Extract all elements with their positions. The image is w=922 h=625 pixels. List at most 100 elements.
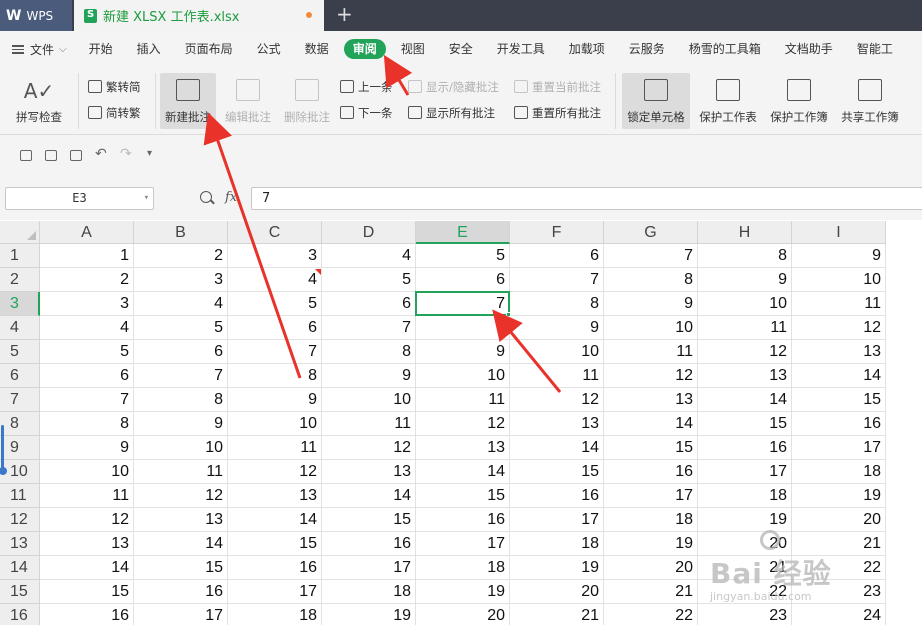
fx-label[interactable]: fx — [225, 190, 237, 205]
cell-h5[interactable]: 12 — [698, 340, 792, 364]
next-comment-button[interactable]: 下一条 — [340, 105, 393, 121]
protect-workbook-button[interactable]: 保护工作簿 — [767, 73, 831, 129]
unsaved-dot-icon[interactable] — [306, 12, 312, 18]
menu-item-smart[interactable]: 智能工 — [845, 39, 905, 59]
cell-h11[interactable]: 18 — [698, 484, 792, 508]
row-header-16[interactable]: 16 — [0, 604, 40, 625]
cell-b13[interactable]: 14 — [134, 532, 228, 556]
cell-b11[interactable]: 12 — [134, 484, 228, 508]
protect-sheet-button[interactable]: 保护工作表 — [696, 73, 760, 129]
cell-h10[interactable]: 17 — [698, 460, 792, 484]
cell-e12[interactable]: 16 — [416, 508, 510, 532]
menu-item-formulas[interactable]: 公式 — [245, 39, 293, 59]
cell-c10[interactable]: 12 — [228, 460, 322, 484]
cell-c9[interactable]: 11 — [228, 436, 322, 460]
menu-item-addins[interactable]: 加载项 — [557, 39, 617, 59]
cell-c4[interactable]: 6 — [228, 316, 322, 340]
reset-all-comments-button[interactable]: 重置所有批注 — [514, 105, 601, 121]
row-header-1[interactable]: 1 — [0, 244, 40, 268]
menu-item-review[interactable]: 审阅 — [343, 39, 386, 59]
new-comment-button[interactable]: 新建批注 — [160, 73, 216, 129]
cell-c5[interactable]: 7 — [228, 340, 322, 364]
menu-item-security[interactable]: 安全 — [437, 39, 485, 59]
cell-e8[interactable]: 12 — [416, 412, 510, 436]
select-all-corner[interactable] — [0, 221, 40, 244]
cell-i8[interactable]: 16 — [792, 412, 886, 436]
menu-item-view[interactable]: 视图 — [389, 39, 437, 59]
formula-input[interactable]: 7 — [251, 187, 922, 210]
cell-b15[interactable]: 16 — [134, 580, 228, 604]
cell-a12[interactable]: 12 — [40, 508, 134, 532]
cell-c14[interactable]: 16 — [228, 556, 322, 580]
cell-d9[interactable]: 12 — [322, 436, 416, 460]
name-box[interactable]: E3 ▾ — [5, 187, 154, 210]
cell-a13[interactable]: 13 — [40, 532, 134, 556]
cell-f9[interactable]: 14 — [510, 436, 604, 460]
trad-to-simp-button[interactable]: 繁转简 — [88, 79, 141, 95]
cell-b6[interactable]: 7 — [134, 364, 228, 388]
cell-i3[interactable]: 11 — [792, 292, 886, 316]
cell-a7[interactable]: 7 — [40, 388, 134, 412]
spell-check-button[interactable]: A✓ 拼写检查 — [6, 73, 72, 129]
cell-c7[interactable]: 9 — [228, 388, 322, 412]
cell-i6[interactable]: 14 — [792, 364, 886, 388]
cell-d7[interactable]: 10 — [322, 388, 416, 412]
cell-d14[interactable]: 17 — [322, 556, 416, 580]
cell-i1[interactable]: 9 — [792, 244, 886, 268]
cell-e6[interactable]: 10 — [416, 364, 510, 388]
cell-f4[interactable]: 9 — [510, 316, 604, 340]
row-header-15[interactable]: 15 — [0, 580, 40, 604]
cell-g8[interactable]: 14 — [604, 412, 698, 436]
zoom-slider[interactable] — [0, 425, 7, 475]
menu-item-developer[interactable]: 开发工具 — [485, 39, 557, 59]
cell-i7[interactable]: 15 — [792, 388, 886, 412]
cell-i10[interactable]: 18 — [792, 460, 886, 484]
cell-d15[interactable]: 18 — [322, 580, 416, 604]
cell-a6[interactable]: 6 — [40, 364, 134, 388]
menu-item-doc-assistant[interactable]: 文档助手 — [773, 39, 845, 59]
cell-c13[interactable]: 15 — [228, 532, 322, 556]
cell-g6[interactable]: 12 — [604, 364, 698, 388]
cell-g9[interactable]: 15 — [604, 436, 698, 460]
print-icon[interactable] — [45, 150, 57, 161]
cell-c6[interactable]: 8 — [228, 364, 322, 388]
cell-d16[interactable]: 19 — [322, 604, 416, 625]
column-header-i[interactable]: I — [792, 221, 886, 244]
cell-f15[interactable]: 20 — [510, 580, 604, 604]
cell-e7[interactable]: 11 — [416, 388, 510, 412]
lock-cell-button[interactable]: 锁定单元格 — [622, 73, 690, 129]
cell-d8[interactable]: 11 — [322, 412, 416, 436]
cell-a5[interactable]: 5 — [40, 340, 134, 364]
cell-f11[interactable]: 16 — [510, 484, 604, 508]
cell-b4[interactable]: 5 — [134, 316, 228, 340]
cell-d11[interactable]: 14 — [322, 484, 416, 508]
name-box-dropdown-icon[interactable]: ▾ — [144, 188, 149, 209]
cell-i15[interactable]: 23 — [792, 580, 886, 604]
slider-handle[interactable] — [0, 467, 7, 475]
cell-c8[interactable]: 10 — [228, 412, 322, 436]
cell-g13[interactable]: 19 — [604, 532, 698, 556]
cell-f5[interactable]: 10 — [510, 340, 604, 364]
cell-a16[interactable]: 16 — [40, 604, 134, 625]
cell-g10[interactable]: 16 — [604, 460, 698, 484]
cell-h7[interactable]: 14 — [698, 388, 792, 412]
column-header-h[interactable]: H — [698, 221, 792, 244]
edit-comment-button[interactable]: 编辑批注 — [220, 73, 276, 129]
cell-a10[interactable]: 10 — [40, 460, 134, 484]
comment-indicator-icon[interactable] — [315, 269, 321, 275]
cell-d5[interactable]: 8 — [322, 340, 416, 364]
row-header-3[interactable]: 3 — [0, 292, 40, 316]
cell-f3[interactable]: 8 — [510, 292, 604, 316]
cell-h6[interactable]: 13 — [698, 364, 792, 388]
cell-e10[interactable]: 14 — [416, 460, 510, 484]
cell-b10[interactable]: 11 — [134, 460, 228, 484]
cell-i9[interactable]: 17 — [792, 436, 886, 460]
cell-g15[interactable]: 21 — [604, 580, 698, 604]
cell-c1[interactable]: 3 — [228, 244, 322, 268]
cell-b2[interactable]: 3 — [134, 268, 228, 292]
menu-item-page-layout[interactable]: 页面布局 — [173, 39, 245, 59]
cell-c2[interactable]: 4 — [228, 268, 322, 292]
cell-b16[interactable]: 17 — [134, 604, 228, 625]
cell-f1[interactable]: 6 — [510, 244, 604, 268]
cell-f2[interactable]: 7 — [510, 268, 604, 292]
